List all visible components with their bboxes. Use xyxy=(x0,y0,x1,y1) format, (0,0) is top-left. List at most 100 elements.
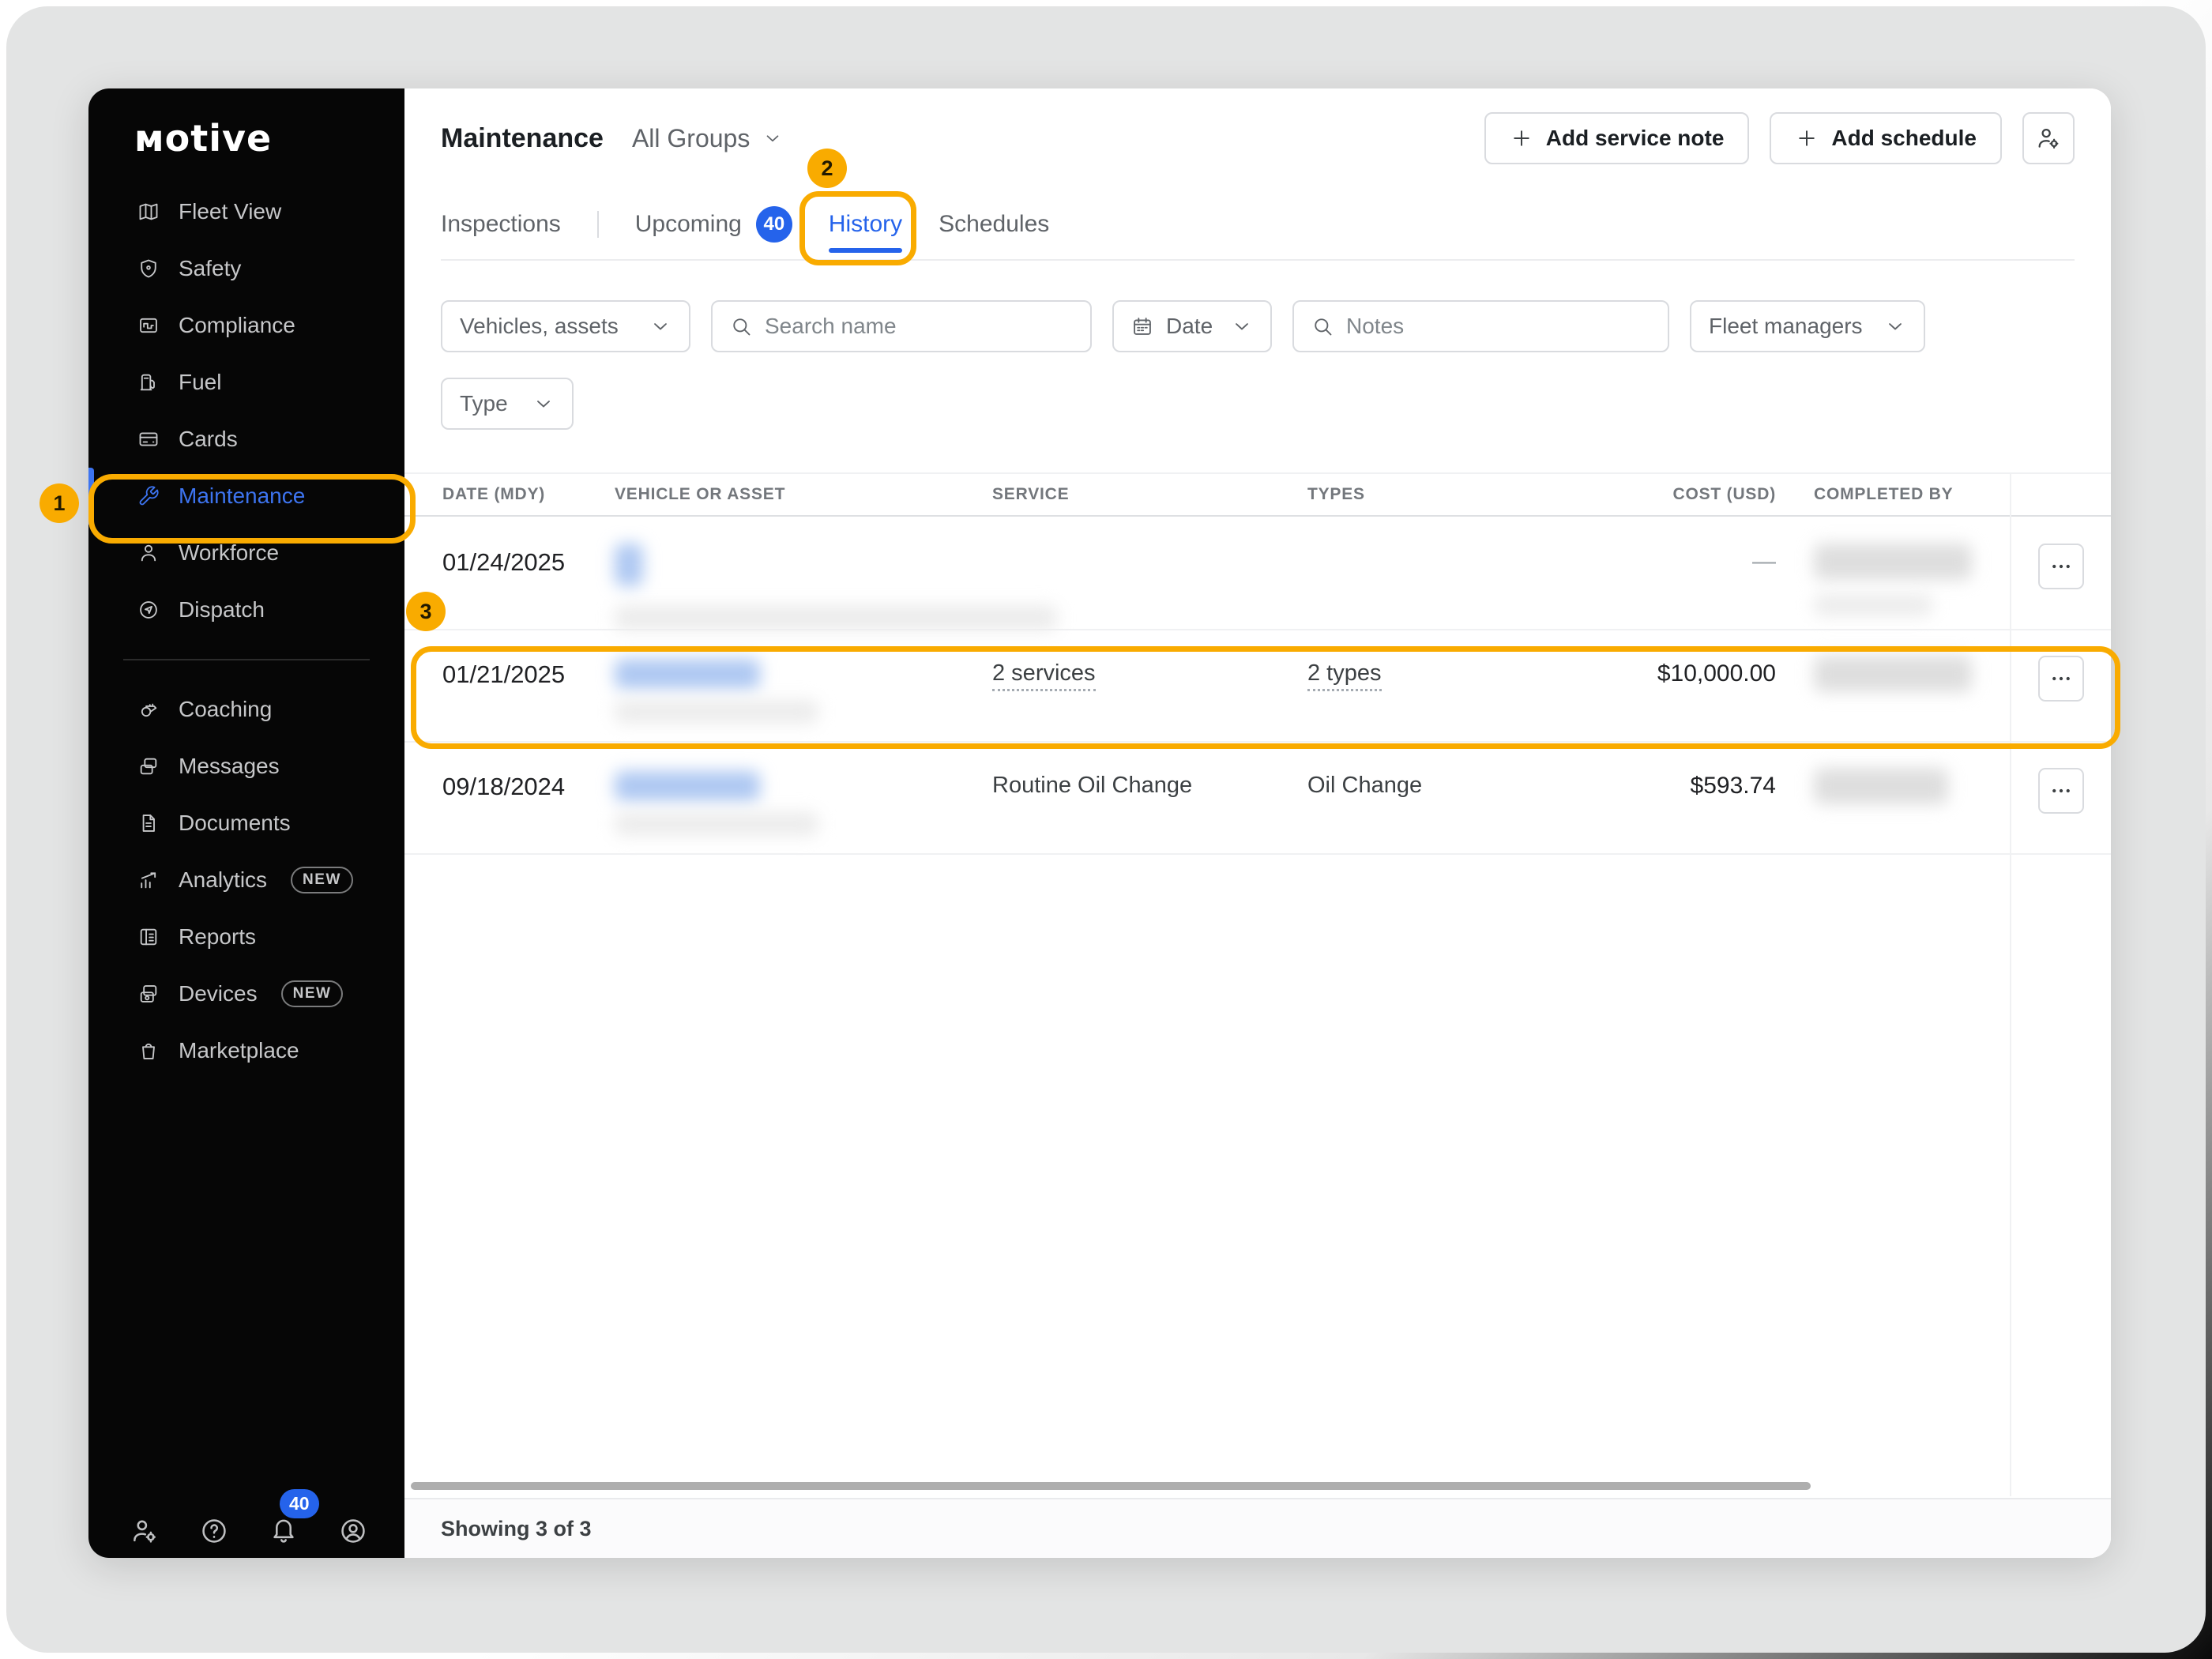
user-settings-icon xyxy=(2035,125,2062,152)
sidebar-item-label: Compliance xyxy=(179,313,295,338)
sidebar-item-dispatch[interactable]: Dispatch xyxy=(88,581,404,638)
user-settings-icon[interactable] xyxy=(130,1516,160,1546)
add-schedule-label: Add schedule xyxy=(1831,126,1977,151)
sidebar-item-coaching[interactable]: Coaching xyxy=(88,681,404,738)
sidebar-footer: 40 xyxy=(88,1507,404,1555)
tab-upcoming[interactable]: Upcoming 40 xyxy=(635,199,792,250)
date-filter[interactable]: Date xyxy=(1112,300,1272,352)
add-service-note-button[interactable]: Add service note xyxy=(1484,112,1750,164)
redacted-subtext xyxy=(615,812,818,836)
profile-icon[interactable] xyxy=(338,1516,368,1546)
horizontal-scrollbar[interactable] xyxy=(411,1482,1811,1490)
group-selector[interactable]: All Groups xyxy=(632,124,783,153)
redacted-subtext xyxy=(615,605,1057,630)
redacted-name xyxy=(1814,656,1972,692)
table-row-3[interactable]: 09/18/2024 Routine Oil Change Oil Change… xyxy=(404,743,2111,855)
plus-icon xyxy=(1795,126,1819,150)
sidebar-item-reports[interactable]: Reports xyxy=(88,908,404,965)
notes-search-box xyxy=(1292,300,1669,352)
sidebar-item-label: Devices xyxy=(179,981,258,1006)
help-icon[interactable] xyxy=(199,1516,229,1546)
vehicles-assets-filter[interactable]: Vehicles, assets xyxy=(441,300,690,352)
sidebar-item-fleet-view[interactable]: Fleet View xyxy=(88,183,404,240)
row-menu-button[interactable] xyxy=(2038,656,2084,702)
chevron-down-icon xyxy=(532,393,555,415)
row-service: 2 services xyxy=(992,660,1307,687)
row-vehicle xyxy=(615,548,992,630)
wrench-icon xyxy=(137,485,160,507)
page-title: Maintenance xyxy=(441,123,604,154)
table-row-1[interactable]: 01/24/2025 — xyxy=(404,518,2111,630)
add-schedule-button[interactable]: Add schedule xyxy=(1770,112,2002,164)
sidebar-item-documents[interactable]: Documents xyxy=(88,795,404,852)
device-icon xyxy=(137,983,160,1005)
sidebar-item-marketplace[interactable]: Marketplace xyxy=(88,1022,404,1079)
table-body: 01/24/2025 — xyxy=(404,518,2111,855)
row-cost: $10,000.00 xyxy=(1593,660,1776,687)
annotation-badge-2: 2 xyxy=(807,149,847,188)
row-vehicle xyxy=(615,660,992,724)
services-link[interactable]: 2 services xyxy=(992,660,1096,691)
type-filter[interactable]: Type xyxy=(441,378,574,430)
tab-inspections[interactable]: Inspections xyxy=(441,199,561,250)
row-actions xyxy=(2011,773,2111,814)
row-date: 09/18/2024 xyxy=(442,773,615,801)
redacted-subtext xyxy=(615,700,818,724)
redacted-vehicle-link xyxy=(615,659,760,689)
sidebar-item-fuel[interactable]: Fuel xyxy=(88,354,404,411)
motive-logo: ᴍotive xyxy=(134,117,404,160)
table-row-2[interactable]: 01/21/2025 2 services 2 types $10,000.00 xyxy=(404,630,2111,743)
fleet-managers-label: Fleet managers xyxy=(1709,314,1863,339)
report-icon xyxy=(137,926,160,948)
sidebar-nav: Fleet View Safety Compliance Fuel Cards … xyxy=(88,183,404,1079)
row-menu-button[interactable] xyxy=(2038,544,2084,589)
chevron-down-icon xyxy=(762,128,783,149)
person-icon xyxy=(137,542,160,564)
tab-schedules[interactable]: Schedules xyxy=(939,199,1049,250)
sidebar-item-messages[interactable]: Messages xyxy=(88,738,404,795)
bag-icon xyxy=(137,1040,160,1062)
sidebar-item-analytics[interactable]: Analytics NEW xyxy=(88,852,404,908)
row-completed-by xyxy=(1776,660,2011,692)
row-service: Routine Oil Change xyxy=(992,773,1307,799)
sidebar-item-workforce[interactable]: Workforce xyxy=(88,525,404,581)
sidebar-item-label: Coaching xyxy=(179,697,272,722)
compliance-icon xyxy=(137,314,160,337)
row-cost: $593.74 xyxy=(1593,773,1776,799)
redacted-name xyxy=(1814,544,1972,580)
row-menu-button[interactable] xyxy=(2038,768,2084,814)
search-name-input[interactable] xyxy=(765,314,1073,339)
row-types: 2 types xyxy=(1307,660,1593,687)
sidebar-item-safety[interactable]: Safety xyxy=(88,240,404,297)
chevron-down-icon xyxy=(649,315,672,337)
search-icon xyxy=(1311,315,1334,337)
tab-history[interactable]: History xyxy=(829,199,902,250)
search-icon xyxy=(730,315,752,337)
tab-label: Upcoming xyxy=(635,211,742,238)
sidebar-item-label: Reports xyxy=(179,924,256,950)
sidebar-item-maintenance[interactable]: Maintenance xyxy=(88,468,404,525)
whistle-icon xyxy=(137,698,160,720)
manage-users-button[interactable] xyxy=(2022,112,2075,164)
chart-icon xyxy=(137,869,160,891)
credit-card-icon xyxy=(137,428,160,450)
sidebar-item-cards[interactable]: Cards xyxy=(88,411,404,468)
sidebar-item-label: Documents xyxy=(179,811,291,836)
status-bar: Showing 3 of 3 xyxy=(404,1498,2111,1558)
fuel-pump-icon xyxy=(137,371,160,393)
notifications[interactable]: 40 xyxy=(269,1514,299,1548)
notes-input[interactable] xyxy=(1346,314,1650,339)
row-completed-by xyxy=(1776,773,2011,804)
fleet-managers-filter[interactable]: Fleet managers xyxy=(1690,300,1925,352)
plus-icon xyxy=(1510,126,1533,150)
sidebar-divider xyxy=(123,659,370,660)
row-vehicle xyxy=(615,773,992,836)
sidebar-item-compliance[interactable]: Compliance xyxy=(88,297,404,354)
showing-count: Showing 3 of 3 xyxy=(441,1517,592,1541)
types-link[interactable]: 2 types xyxy=(1307,660,1382,691)
sidebar-item-devices[interactable]: Devices NEW xyxy=(88,965,404,1022)
tab-label: Inspections xyxy=(441,211,561,238)
row-date: 01/24/2025 xyxy=(442,548,615,577)
chevron-down-icon xyxy=(1231,315,1253,337)
ellipsis-icon xyxy=(2049,555,2073,578)
